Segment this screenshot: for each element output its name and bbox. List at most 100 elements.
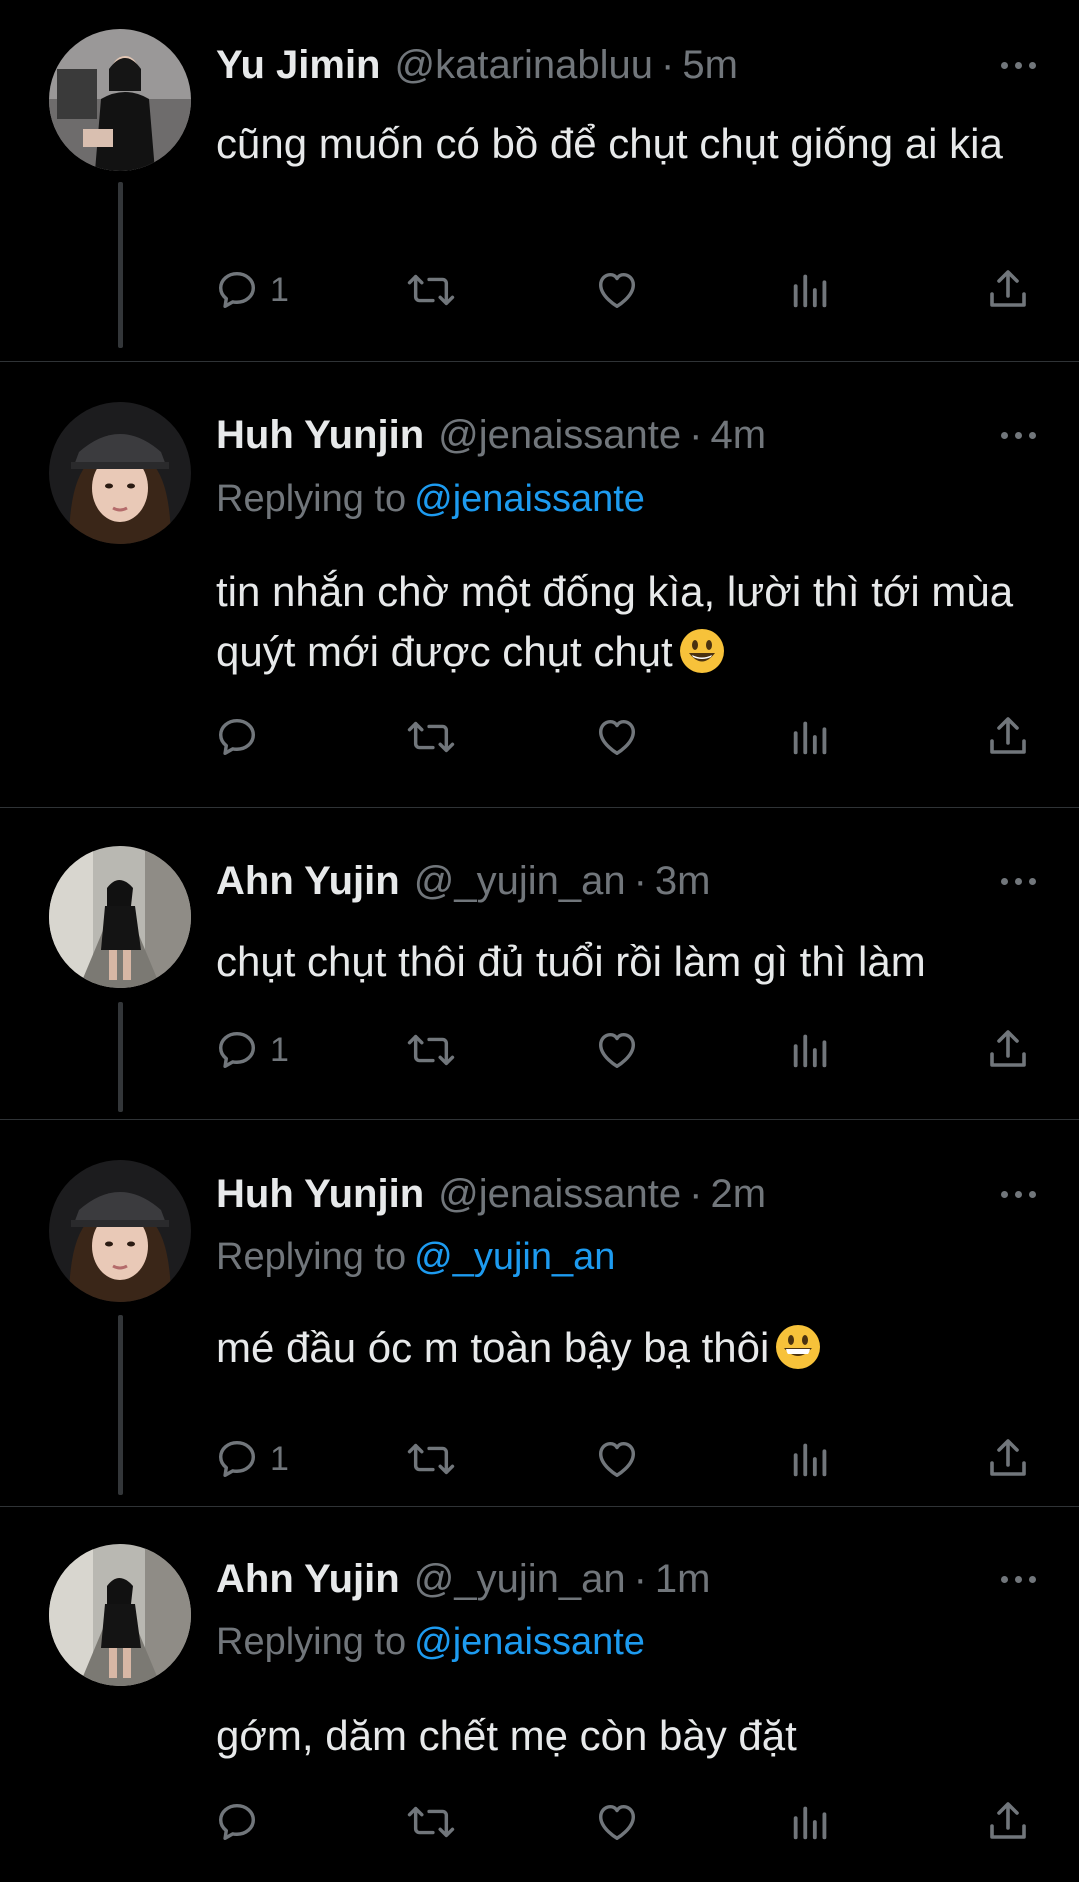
views-button[interactable] [788,1434,834,1484]
like-icon [598,1804,636,1841]
separator-dot: · [633,858,647,903]
grinning-face-emoji [776,1325,821,1369]
display-name[interactable]: Huh Yunjin [216,413,424,458]
display-name[interactable]: Huh Yunjin [216,1172,424,1217]
mention-link[interactable]: @jenaissante [414,478,645,520]
views-icon [793,274,827,308]
more-icon[interactable] [1001,40,1036,90]
share-button[interactable] [984,265,1032,315]
like-icon [598,272,636,309]
avatar[interactable] [49,402,191,544]
more-icon[interactable] [1001,1554,1036,1604]
views-icon [793,1806,827,1840]
timestamp[interactable]: 1m [655,1557,711,1602]
user-handle[interactable]: @_yujin_an [414,859,626,904]
views-button[interactable] [788,712,834,762]
like-button[interactable] [594,1434,640,1484]
timestamp[interactable]: 4m [710,413,766,458]
display-name[interactable]: Ahn Yujin [216,859,400,904]
share-icon [990,1802,1026,1839]
mention-link[interactable]: @_yujin_an [414,1236,615,1278]
tweet[interactable]: Yu Jimin @katarinabluu · 5m cũng muốn có… [0,0,1079,361]
views-button[interactable] [788,265,834,315]
timestamp[interactable]: 2m [710,1172,766,1217]
views-icon [793,1034,827,1068]
reply-button[interactable]: 1 [214,1025,289,1075]
views-button[interactable] [788,1025,834,1075]
smiling-face-emoji [679,629,724,673]
avatar[interactable] [49,1160,191,1302]
more-icon[interactable] [1001,410,1036,460]
timestamp[interactable]: 5m [682,43,738,88]
tweet[interactable]: Huh Yunjin @jenaissante · 2m Replying to… [0,1120,1079,1506]
reply-count: 1 [270,270,289,309]
action-bar: 1 [214,1434,1034,1484]
replying-label: Replying to [216,1621,407,1663]
separator-dot: · [689,1171,703,1216]
tweet[interactable]: Ahn Yujin @_yujin_an · 3m chụt chụt thôi… [0,808,1079,1119]
reply-count: 1 [270,1030,289,1069]
views-button[interactable] [788,1797,834,1847]
user-handle[interactable]: @jenaissante [438,1172,681,1217]
like-button[interactable] [594,1025,640,1075]
retweet-icon [407,274,455,306]
tweet-text: chụt chụt thôi đủ tuổi rồi làm gì thì là… [216,938,926,985]
reply-button[interactable]: 1 [214,265,289,315]
like-button[interactable] [594,1797,640,1847]
reply-button[interactable] [214,712,270,762]
user-handle[interactable]: @jenaissante [438,413,681,458]
retweet-button[interactable] [406,1025,456,1075]
retweet-icon [407,721,455,753]
display-name[interactable]: Ahn Yujin [216,1557,400,1602]
replying-to: Replying to @jenaissante [216,1621,645,1664]
like-icon [598,1032,636,1069]
reply-icon [218,718,256,756]
more-icon[interactable] [1001,856,1036,906]
display-name[interactable]: Yu Jimin [216,43,381,88]
separator-dot: · [689,412,703,457]
retweet-icon [407,1443,455,1475]
share-icon [990,717,1026,754]
avatar[interactable] [49,846,191,988]
user-handle[interactable]: @katarinabluu [395,43,654,88]
timestamp[interactable]: 3m [655,859,711,904]
tweet-header: Huh Yunjin @jenaissante · 4m [216,410,766,460]
avatar[interactable] [49,1544,191,1686]
like-button[interactable] [594,712,640,762]
share-button[interactable] [984,712,1032,762]
action-bar: 1 [214,1025,1034,1075]
tweet-text: gớm, dăm chết mẹ còn bày đặt [216,1712,797,1759]
share-icon [990,1030,1026,1067]
tweet[interactable]: Huh Yunjin @jenaissante · 4m Replying to… [0,362,1079,806]
mention-link[interactable]: @jenaissante [414,1621,645,1663]
replying-label: Replying to [216,478,407,520]
share-button[interactable] [984,1797,1032,1847]
tweet-header: Ahn Yujin @_yujin_an · 3m [216,856,710,906]
reply-icon [218,1440,256,1478]
action-bar: 1 [214,265,1034,315]
share-button[interactable] [984,1434,1032,1484]
user-handle[interactable]: @_yujin_an [414,1557,626,1602]
replying-to: Replying to @_yujin_an [216,1236,615,1279]
more-icon[interactable] [1001,1169,1036,1219]
action-bar [214,1797,1034,1847]
tweet-text: tin nhắn chờ một đống kìa, lười thì tới … [216,568,1014,675]
retweet-button[interactable] [406,1434,456,1484]
reply-button[interactable]: 1 [214,1434,289,1484]
tweet-header: Ahn Yujin @_yujin_an · 1m [216,1554,710,1604]
reply-button[interactable] [214,1797,270,1847]
tweet[interactable]: Ahn Yujin @_yujin_an · 1m Replying to @je… [0,1507,1079,1882]
separator-dot: · [661,42,675,87]
retweet-button[interactable] [406,1797,456,1847]
share-icon [990,270,1026,307]
action-bar [214,712,1034,762]
retweet-button[interactable] [406,712,456,762]
like-button[interactable] [594,265,640,315]
replying-label: Replying to [216,1236,407,1278]
reply-icon [218,1803,256,1841]
tweet-header: Yu Jimin @katarinabluu · 5m [216,40,738,90]
share-button[interactable] [984,1025,1032,1075]
avatar[interactable] [49,29,191,171]
separator-dot: · [633,1556,647,1601]
retweet-button[interactable] [406,265,456,315]
